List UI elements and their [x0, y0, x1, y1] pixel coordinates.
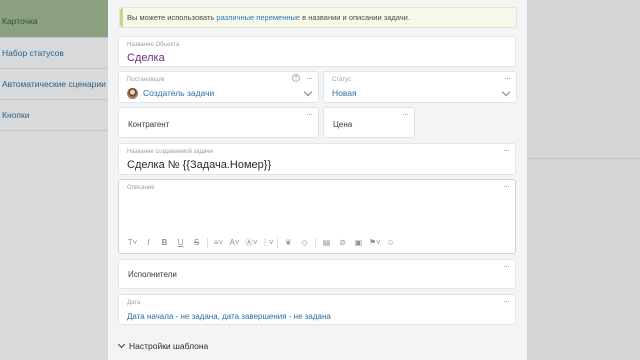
task-name-menu-icon[interactable]: ··· — [503, 145, 510, 155]
italic-icon[interactable]: I — [143, 238, 154, 247]
divider — [527, 158, 640, 159]
price-menu-icon[interactable]: ··· — [402, 109, 409, 119]
template-settings-toggle[interactable]: Настройки шаблона — [129, 341, 208, 351]
chevron-down-icon[interactable] — [303, 87, 313, 97]
sidebar-item-card[interactable]: Карточка — [0, 0, 108, 38]
sidebar-item-automation[interactable]: Автоматические сценарии — [0, 69, 108, 100]
variables-info-banner: Вы можете использовать различные перемен… — [119, 7, 517, 28]
date-label: Дата — [127, 300, 141, 306]
banner-text-end: в названии и описании задачи. — [300, 13, 410, 22]
link-icon[interactable]: ❦ — [283, 238, 294, 247]
sidebar-item-statuses[interactable]: Набор статусов — [0, 38, 108, 69]
status-menu-icon[interactable]: ··· — [504, 73, 511, 83]
toolbar-divider — [277, 237, 278, 248]
status-label: Статус — [332, 77, 351, 83]
bold-icon[interactable]: B — [159, 238, 170, 247]
counterparty-label: Контрагент — [128, 120, 170, 129]
task-template-modal: Вы можете использовать различные перемен… — [108, 0, 527, 360]
price-label: Цена — [333, 120, 353, 129]
object-name-value: Сделка — [127, 52, 165, 64]
variables-link[interactable]: различные переменные — [216, 13, 300, 22]
task-name-field[interactable]: Название создаваемой задачи Сделка № {{З… — [118, 143, 516, 175]
price-field[interactable]: Цена ··· — [323, 107, 415, 138]
emoji-icon[interactable]: ☺ — [385, 238, 396, 247]
table-icon[interactable]: ▤ — [321, 238, 332, 247]
eraser-icon[interactable]: ◇ — [299, 238, 310, 247]
align-icon[interactable]: ≡˅ — [213, 238, 224, 247]
description-menu-icon[interactable]: ··· — [503, 181, 510, 191]
chevron-down-icon[interactable] — [501, 87, 511, 97]
toolbar-divider — [207, 237, 208, 248]
date-field[interactable]: Дата Дата начала - не задана, дата завер… — [118, 294, 516, 325]
highlight-icon[interactable]: Ⓐ˅ — [245, 237, 258, 248]
counterparty-menu-icon[interactable]: ··· — [306, 109, 313, 119]
attach-icon[interactable]: ⊘ — [337, 238, 348, 247]
setter-menu-icon[interactable]: ··· — [306, 73, 313, 83]
image-icon[interactable]: ▣ — [353, 238, 364, 247]
assignees-label: Исполнители — [128, 270, 177, 279]
list-icon[interactable]: ⋮˅ — [261, 238, 274, 247]
task-name-value: Сделка № {{Задача.Номер}} — [127, 159, 272, 171]
setter-value: Создатель задачи — [143, 88, 215, 98]
banner-text: Вы можете использовать — [127, 13, 217, 22]
object-name-field[interactable]: Название Объекта Сделка — [118, 36, 516, 67]
sidebar-item-buttons[interactable]: Кнопки — [0, 100, 108, 131]
description-field[interactable]: Описание ··· T˅ I B U S ≡˅ A˅ Ⓐ˅ ⋮˅ ❦ ◇ … — [118, 179, 516, 254]
text-size-icon[interactable]: T˅ — [127, 238, 138, 247]
task-name-label: Название создаваемой задачи — [127, 149, 213, 155]
setter-field[interactable]: Постановщик Создатель задачи + ··· — [118, 71, 319, 103]
underline-icon[interactable]: U — [175, 238, 186, 247]
status-value: Новая — [332, 88, 357, 98]
add-setter-icon[interactable]: + — [292, 74, 300, 82]
editor-toolbar: T˅ I B U S ≡˅ A˅ Ⓐ˅ ⋮˅ ❦ ◇ ▤ ⊘ ▣ ⚑˅ ☺ — [127, 237, 396, 248]
avatar — [127, 88, 138, 99]
status-field[interactable]: Статус Новая ··· — [323, 71, 517, 103]
strikethrough-icon[interactable]: S — [191, 238, 202, 247]
assignees-field[interactable]: Исполнители ··· — [118, 259, 516, 289]
description-label: Описание — [127, 185, 155, 191]
font-color-icon[interactable]: A˅ — [229, 238, 240, 247]
assignees-menu-icon[interactable]: ··· — [503, 261, 510, 271]
setter-label: Постановщик — [127, 77, 165, 83]
chevron-down-icon[interactable] — [117, 340, 126, 349]
toolbar-divider — [315, 237, 316, 248]
counterparty-field[interactable]: Контрагент ··· — [118, 107, 319, 138]
background-page — [527, 0, 640, 360]
date-menu-icon[interactable]: ··· — [503, 296, 510, 306]
date-value[interactable]: Дата начала - не задана, дата завершения… — [127, 312, 331, 321]
object-name-label: Название Объекта — [127, 42, 180, 48]
sidebar: Карточка Набор статусов Автоматические с… — [0, 0, 108, 360]
flag-icon[interactable]: ⚑˅ — [369, 238, 381, 247]
